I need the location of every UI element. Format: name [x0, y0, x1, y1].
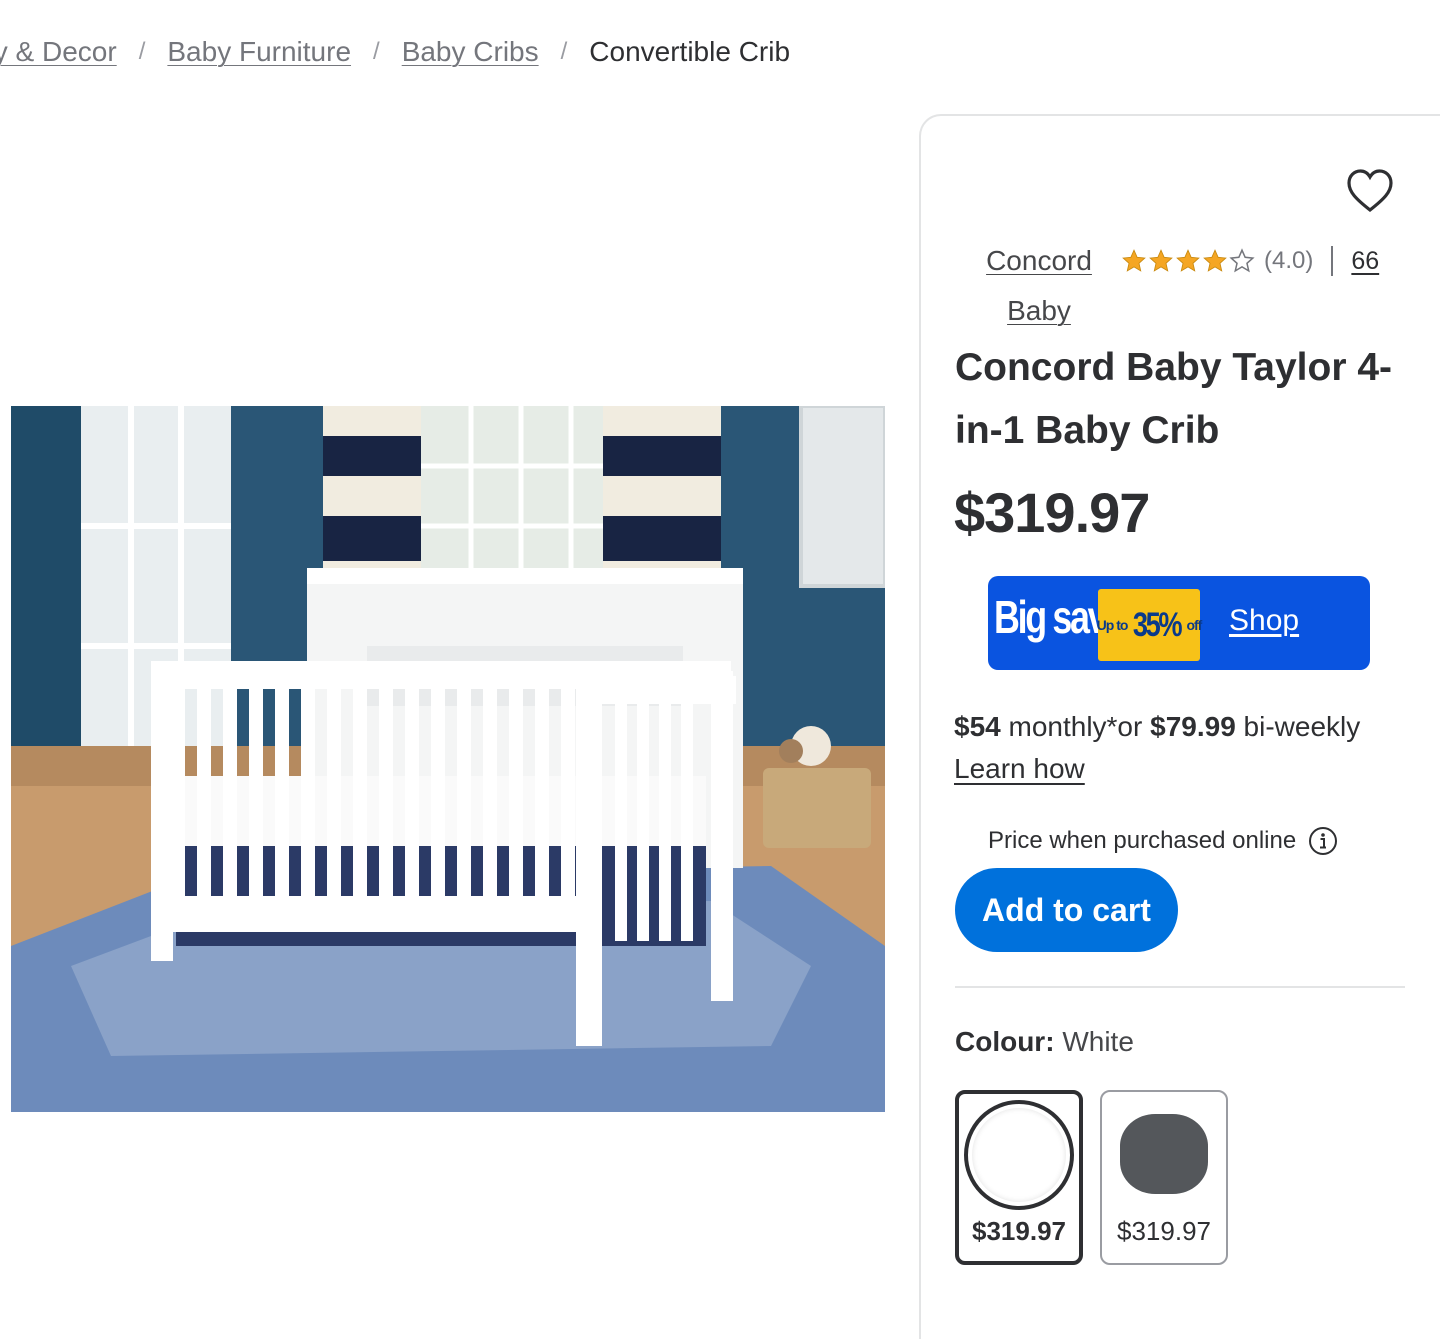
star-icon [1122, 249, 1146, 272]
product-price: $319.97 [954, 481, 1150, 544]
rating-value: (4.0) [1264, 247, 1314, 274]
star-icon [1203, 249, 1227, 272]
colour-swatch-grey[interactable]: $319.97 [1100, 1090, 1228, 1265]
add-to-cart-button[interactable]: Add to cart [955, 868, 1178, 952]
colour-swatch-white[interactable]: $319.97 [955, 1090, 1083, 1265]
breadcrumb-link-decor[interactable]: ty & Decor [0, 36, 117, 68]
price-note-text: Price when purchased online [988, 827, 1297, 854]
breadcrumb-separator: / [138, 38, 146, 65]
breadcrumb-current: Convertible Crib [589, 36, 791, 67]
monthly-text: monthly*or [1000, 711, 1151, 742]
promo-banner[interactable]: Big save Up to 35% off Shop [988, 576, 1370, 670]
product-title: Concord Baby Taylor 4-in-1 Baby Crib [955, 346, 1393, 452]
promo-discount-badge: Up to 35% off [1096, 589, 1202, 661]
star-icon [1149, 249, 1173, 272]
financing-info: $54 monthly*or $79.99 bi-weekly Learn ho… [954, 706, 1414, 790]
breadcrumb-separator: / [560, 38, 568, 65]
breadcrumb: ty & Decor / Baby Furniture / Baby Cribs… [0, 36, 790, 68]
swatch-price: $319.97 [1117, 1216, 1211, 1246]
colour-selected-value: White [1062, 1026, 1134, 1057]
biweekly-amount: $79.99 [1150, 711, 1236, 742]
swatch-price: $319.97 [972, 1216, 1066, 1246]
price-note: Price when purchased online [988, 826, 1338, 856]
rating-divider [1331, 246, 1334, 276]
biweekly-text: bi-weekly [1235, 711, 1361, 742]
promo-pill-suffix: off [1186, 617, 1202, 633]
breadcrumb-link-baby-cribs[interactable]: Baby Cribs [402, 36, 539, 68]
colour-label-key: Colour: [955, 1026, 1055, 1057]
divider [955, 986, 1405, 988]
promo-pill-pct: 35% [1133, 605, 1183, 644]
colour-label: Colour: White [955, 1026, 1134, 1058]
heart-icon[interactable] [1346, 168, 1394, 214]
brand-link[interactable]: Concord Baby [968, 236, 1110, 336]
learn-how-link[interactable]: Learn how [954, 753, 1085, 784]
info-icon[interactable] [1308, 826, 1338, 856]
star-icon [1176, 249, 1200, 272]
review-count-link[interactable]: 66 [1351, 247, 1379, 276]
product-image[interactable] [11, 406, 885, 1112]
swatch-grey-dot [1120, 1114, 1208, 1194]
rating[interactable]: (4.0) 66 [1121, 243, 1379, 279]
breadcrumb-link-baby-furniture[interactable]: Baby Furniture [167, 36, 351, 68]
monthly-amount: $54 [954, 711, 1001, 742]
swatch-white-dot [964, 1100, 1074, 1210]
promo-pill-small: Up to [1096, 617, 1129, 633]
star-outline-icon [1229, 248, 1255, 273]
breadcrumb-separator: / [373, 38, 380, 65]
crib-photo [11, 406, 885, 1112]
promo-shop-link[interactable]: Shop [1229, 604, 1299, 638]
